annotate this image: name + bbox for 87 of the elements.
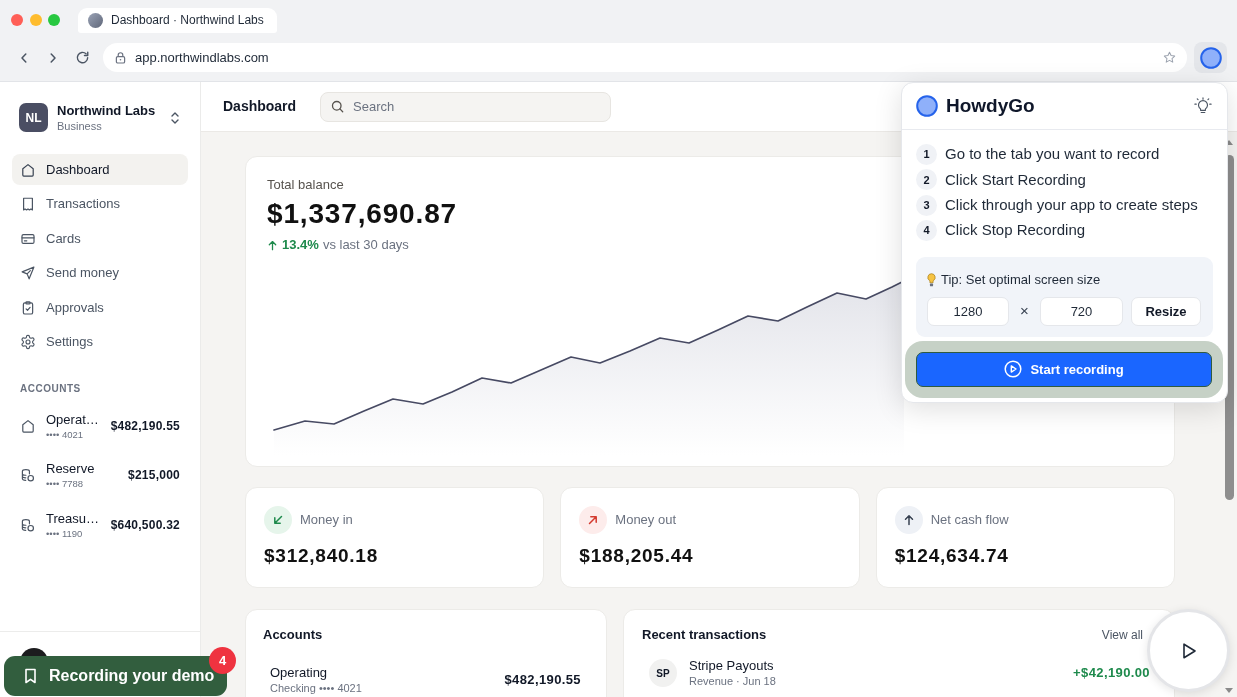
step-text: Click Stop Recording xyxy=(945,220,1086,241)
nav-item[interactable]: Approvals xyxy=(12,292,188,323)
coins-icon xyxy=(20,467,36,483)
account-balance: $215,000 xyxy=(128,467,180,484)
account-number: •••• 4021 xyxy=(46,427,84,441)
account-number: •••• 7788 xyxy=(46,477,84,490)
section-heading: ACCOUNTS xyxy=(19,382,81,395)
account-name[interactable]: Reserve xyxy=(46,460,95,477)
transaction-detail: Revenue · Jun 18 xyxy=(689,674,776,689)
lightbulb-icon[interactable] xyxy=(1194,97,1212,115)
org-name: Northwind Labs xyxy=(57,102,156,119)
chevron-up-down-icon[interactable] xyxy=(170,110,180,125)
times-sign: × xyxy=(1019,301,1030,322)
settings-icon xyxy=(20,334,36,350)
org-plan: Business xyxy=(57,119,103,133)
page-title: Dashboard xyxy=(223,97,298,116)
bookmark-icon xyxy=(24,668,37,684)
account-balance: $482,190.55 xyxy=(504,671,581,690)
lightbulb-icon xyxy=(927,272,936,287)
balance-label: Total balance xyxy=(267,176,344,194)
account-detail: Checking •••• 4021 xyxy=(270,681,362,696)
nav-item[interactable]: Transactions xyxy=(12,188,188,220)
step-number: 2 xyxy=(916,169,937,191)
stat-label: Net cash flow xyxy=(930,511,1009,530)
play-circle-icon xyxy=(1004,360,1023,379)
paper-plane-icon xyxy=(20,265,36,281)
account-name[interactable]: Operat… xyxy=(46,410,99,428)
org-avatar: NL xyxy=(19,103,48,132)
browser-tab[interactable]: Dashboard · Northwind Labs xyxy=(78,7,277,33)
home-icon xyxy=(20,417,36,434)
step-number: 3 xyxy=(916,194,937,216)
merchant-avatar: SP xyxy=(649,659,677,687)
address-bar[interactable]: app.northwindlabs.com xyxy=(103,43,1187,72)
arrow-down-left-icon xyxy=(264,506,292,534)
play-icon xyxy=(1180,641,1197,660)
height-input[interactable]: 720 xyxy=(1040,296,1123,326)
coins-icon xyxy=(20,516,36,533)
tip-text: Tip: Set optimal screen size xyxy=(941,271,1101,290)
transaction-amount: +$42,190.00 xyxy=(1073,664,1150,683)
nav-item[interactable]: Settings xyxy=(12,326,188,358)
account-name[interactable]: Operating xyxy=(270,664,328,681)
width-input[interactable]: 1280 xyxy=(927,296,1009,326)
nav-item[interactable]: Send money xyxy=(12,257,188,289)
clipboard-check-icon xyxy=(20,299,36,316)
arrow-up-icon xyxy=(894,506,923,534)
step-number: 4 xyxy=(916,219,937,241)
account-balance: $482,190.55 xyxy=(110,417,180,435)
account-number: •••• 1190 xyxy=(46,526,83,540)
nav-item[interactable]: Dashboard xyxy=(12,154,188,185)
resize-button[interactable]: Resize xyxy=(1131,296,1201,326)
change-percent: 13.4% xyxy=(282,236,319,255)
reload-icon[interactable] xyxy=(75,50,90,65)
card-title: Recent transactions xyxy=(642,626,767,644)
circle-logo-icon xyxy=(1199,46,1222,69)
maximize-window-icon[interactable] xyxy=(48,14,60,26)
nav-item[interactable]: Cards xyxy=(12,223,188,254)
circle-logo-icon xyxy=(916,95,938,117)
lock-icon xyxy=(115,51,126,64)
card-title: Accounts xyxy=(263,626,323,644)
account-name[interactable]: Treasu… xyxy=(46,509,99,527)
balance-amount: $1,337,690.87 xyxy=(267,197,457,231)
search-field[interactable]: Search xyxy=(320,91,611,122)
stat-label: Money in xyxy=(300,511,353,530)
home-icon xyxy=(20,161,36,178)
arrow-up-right-icon xyxy=(579,506,608,534)
step-text: Click Start Recording xyxy=(945,169,1086,190)
stat-label: Money out xyxy=(615,511,677,530)
stat-value: $124,634.74 xyxy=(894,544,1009,568)
step-text: Go to the tab you want to record xyxy=(945,144,1160,165)
account-balance: $640,500.32 xyxy=(110,516,180,534)
step-text: Click through your app to create steps xyxy=(945,194,1198,215)
stat-value: $312,840.18 xyxy=(264,544,379,568)
start-recording-button[interactable]: Start recording xyxy=(916,351,1212,387)
favicon-icon xyxy=(88,12,103,28)
arrow-up-icon xyxy=(267,239,278,251)
star-icon[interactable] xyxy=(1163,51,1176,64)
stat-value: $188,205.44 xyxy=(579,544,694,568)
extension-button[interactable] xyxy=(1194,42,1227,73)
popup-title: HowdyGo xyxy=(946,93,1035,118)
step-number: 1 xyxy=(916,144,937,165)
scroll-down-arrow-icon[interactable] xyxy=(1225,688,1233,693)
close-window-icon[interactable] xyxy=(11,14,23,26)
transaction-name: Stripe Payouts xyxy=(689,657,774,674)
view-all-link[interactable]: View all xyxy=(1101,626,1143,644)
search-icon xyxy=(331,100,344,113)
receipt-icon xyxy=(20,196,36,212)
change-note: vs last 30 days xyxy=(322,236,409,255)
